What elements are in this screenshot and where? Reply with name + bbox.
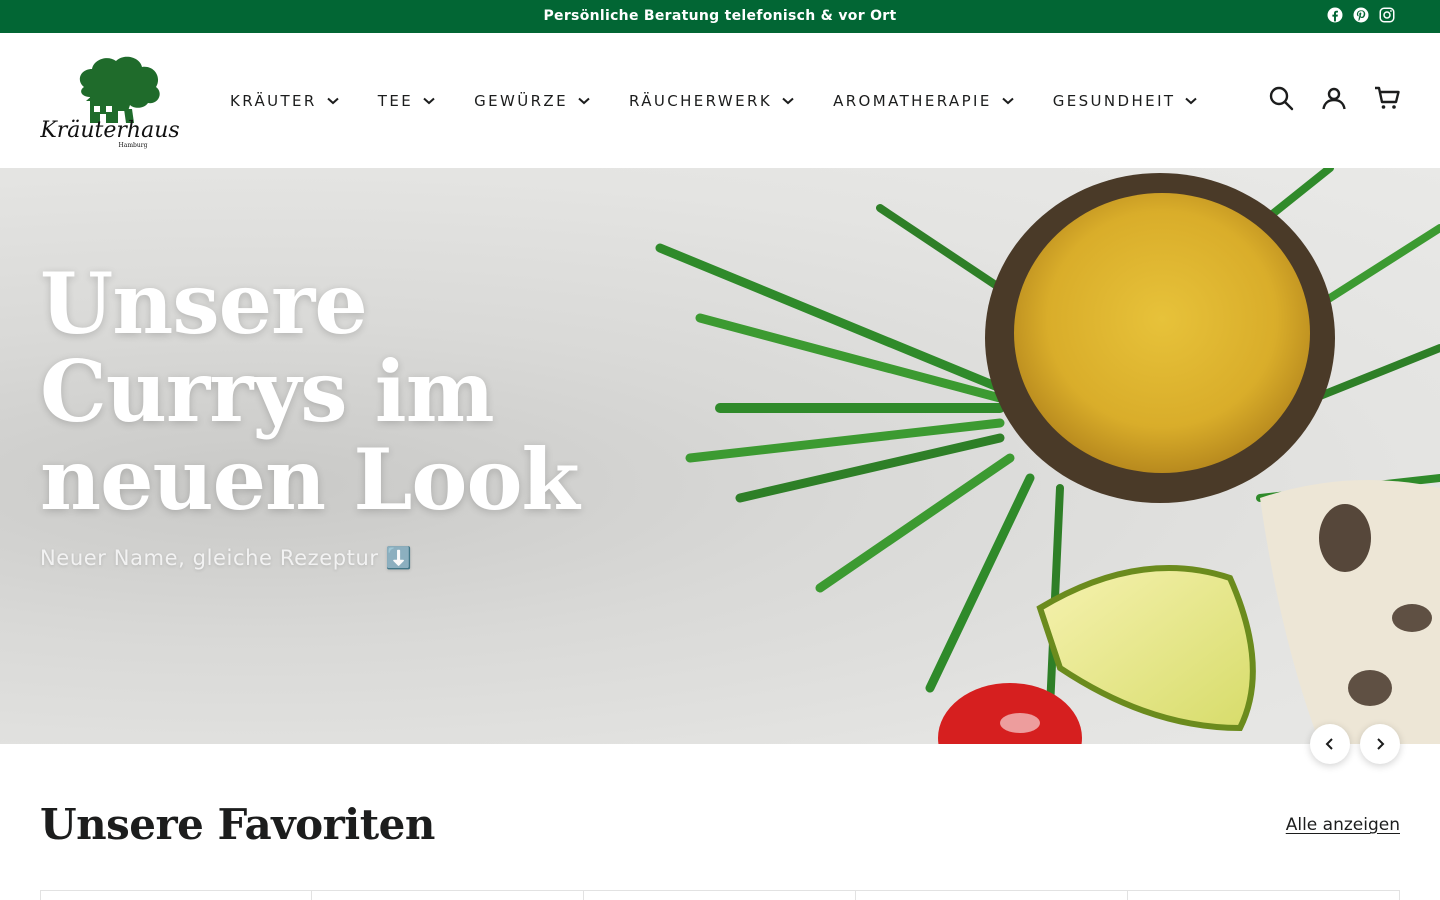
view-all-link[interactable]: Alle anzeigen — [1286, 815, 1400, 835]
chevron-down-icon — [1185, 97, 1198, 104]
product-grid-divider — [855, 890, 856, 900]
chevron-down-icon — [782, 97, 794, 104]
nav-item-tee[interactable]: TEE — [378, 92, 435, 110]
chevron-down-icon — [578, 97, 590, 104]
instagram-icon[interactable] — [1378, 6, 1396, 24]
chevron-down-icon — [1002, 97, 1014, 104]
product-grid-divider — [583, 890, 584, 900]
logo-subtext: Hamburg — [119, 142, 148, 149]
chevron-down-icon — [327, 97, 339, 104]
chevron-down-icon — [423, 97, 435, 104]
social-links — [1326, 6, 1396, 24]
product-grid-divider — [1127, 890, 1128, 900]
account-icon[interactable] — [1321, 85, 1347, 111]
logo-wordmark: Kräuterhaus — [40, 118, 180, 143]
hero-subtitle: Neuer Name, gleiche Rezeptur ⬇️ — [40, 546, 413, 570]
cart-icon[interactable] — [1374, 85, 1400, 111]
nav-item-label: TEE — [377, 91, 414, 110]
hero-title: Unsere Currys im neuen Look — [40, 254, 580, 529]
kraeuterhaus-logo[interactable]: Kräuterhaus Hamburg — [40, 51, 180, 151]
hero-slide[interactable]: Unsere Currys im neuen Look Neuer Name, … — [0, 168, 1440, 744]
facebook-icon[interactable] — [1326, 6, 1344, 24]
slide-prev-button[interactable] — [1310, 724, 1350, 764]
nav-item-label: AROMATHERAPIE — [833, 91, 992, 110]
pinterest-icon[interactable] — [1352, 6, 1370, 24]
favorites-title: Unsere Favoriten — [40, 800, 435, 849]
nav-item-label: RÄUCHERWERK — [628, 91, 773, 110]
nav-item-label: KRÄUTER — [230, 91, 317, 110]
nav-item-kraeuter[interactable]: KRÄUTER — [230, 92, 339, 110]
chevron-right-icon — [1377, 738, 1385, 750]
nav-item-label: GESUNDHEIT — [1052, 91, 1176, 110]
chevron-left-icon — [1325, 738, 1333, 750]
announcement-bar: Persönliche Beratung telefonisch & vor O… — [0, 0, 1440, 33]
search-icon[interactable] — [1268, 85, 1294, 111]
nav-item-raeucherwerk[interactable]: RÄUCHERWERK — [629, 92, 794, 110]
announcement-text: Persönliche Beratung telefonisch & vor O… — [543, 8, 897, 24]
nav-item-aromatherapie[interactable]: AROMATHERAPIE — [833, 92, 1014, 110]
product-grid-divider — [1399, 890, 1400, 900]
header-tools — [1268, 85, 1400, 111]
product-grid-divider — [311, 890, 312, 900]
slide-next-button[interactable] — [1360, 724, 1400, 764]
site-header: Kräuterhaus Hamburg KRÄUTER TEE GEWÜRZE … — [0, 33, 1440, 168]
nav-item-gewuerze[interactable]: GEWÜRZE — [474, 92, 590, 110]
nav-item-label: GEWÜRZE — [474, 91, 568, 110]
product-grid-top-border — [40, 890, 1400, 891]
product-grid-divider — [40, 890, 41, 900]
main-nav: KRÄUTER TEE GEWÜRZE RÄUCHERWERK AROMATHE… — [230, 33, 1236, 168]
nav-item-gesundheit[interactable]: GESUNDHEIT — [1053, 92, 1198, 110]
